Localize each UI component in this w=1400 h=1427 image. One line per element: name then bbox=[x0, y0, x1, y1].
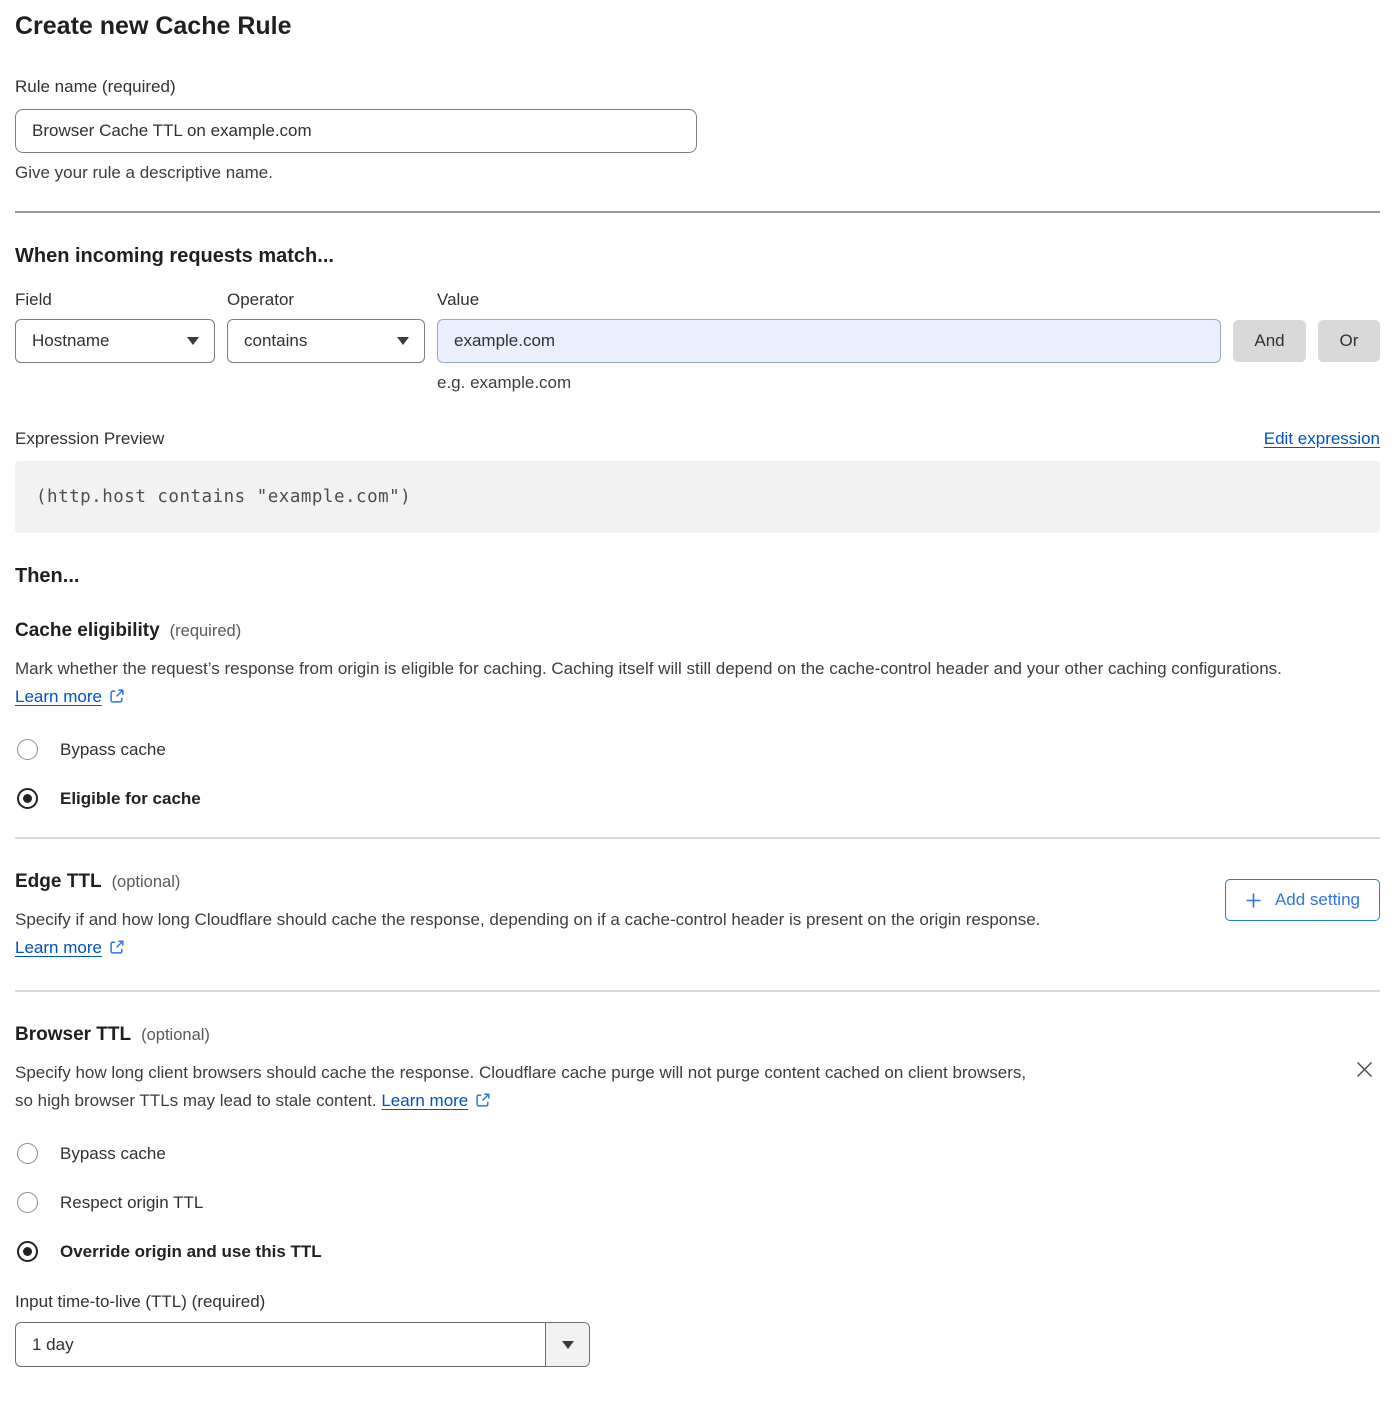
chevron-down-icon bbox=[562, 1341, 574, 1349]
section-divider bbox=[15, 990, 1380, 992]
radio-eligible-for-cache[interactable]: Eligible for cache bbox=[15, 788, 1380, 809]
expression-code-block: (http.host contains "example.com") bbox=[15, 461, 1380, 533]
spacer bbox=[1233, 290, 1306, 319]
or-button[interactable]: Or bbox=[1318, 320, 1380, 362]
expression-preview-row: Expression Preview Edit expression bbox=[15, 429, 1380, 449]
ttl-input-label: Input time-to-live (TTL) (required) bbox=[15, 1292, 1380, 1312]
edge-ttl-section: Edge TTL (optional) Specify if and how l… bbox=[15, 839, 1380, 962]
operator-select[interactable]: contains bbox=[227, 319, 425, 363]
then-heading: Then... bbox=[15, 565, 1380, 588]
add-setting-button[interactable]: Add setting bbox=[1225, 879, 1380, 921]
spacer bbox=[1318, 290, 1380, 319]
edge-ttl-description: Specify if and how long Cloudflare shoul… bbox=[15, 906, 1055, 962]
radio-circle bbox=[17, 1241, 38, 1262]
chevron-down-icon bbox=[397, 337, 409, 345]
cache-eligibility-description: Mark whether the request’s response from… bbox=[15, 655, 1345, 711]
value-helper: e.g. example.com bbox=[437, 373, 1221, 393]
cache-eligibility-qualifier: (required) bbox=[170, 622, 242, 641]
field-select-value: Hostname bbox=[32, 331, 109, 351]
browser-ttl-section: Browser TTL (optional) Specify how long … bbox=[15, 1024, 1380, 1367]
expression-preview-label: Expression Preview bbox=[15, 429, 164, 449]
rule-name-helper: Give your rule a descriptive name. bbox=[15, 163, 1380, 183]
page-title: Create new Cache Rule bbox=[15, 12, 1380, 41]
field-label: Field bbox=[15, 290, 215, 319]
value-input[interactable] bbox=[437, 319, 1221, 363]
expression-code: (http.host contains "example.com") bbox=[36, 487, 411, 507]
cache-eligibility-learn-more-link[interactable]: Learn more bbox=[15, 687, 125, 706]
edge-ttl-content: Edge TTL (optional) Specify if and how l… bbox=[15, 839, 1055, 962]
radio-bypass-cache[interactable]: Bypass cache bbox=[15, 739, 1380, 760]
edge-ttl-qualifier: (optional) bbox=[112, 873, 181, 892]
section-divider bbox=[15, 211, 1380, 213]
field-select[interactable]: Hostname bbox=[15, 319, 215, 363]
browser-ttl-description: Specify how long client browsers should … bbox=[15, 1059, 1035, 1115]
ttl-select[interactable]: 1 day bbox=[15, 1322, 590, 1367]
cache-eligibility-heading: Cache eligibility (required) bbox=[15, 620, 1380, 642]
browser-ttl-heading: Browser TTL (optional) bbox=[15, 1024, 1380, 1046]
radio-circle bbox=[17, 1192, 38, 1213]
edge-ttl-title: Edge TTL bbox=[15, 871, 102, 893]
edit-expression-link[interactable]: Edit expression bbox=[1264, 429, 1380, 449]
external-link-icon bbox=[475, 1092, 491, 1108]
radio-respect-origin-ttl[interactable]: Respect origin TTL bbox=[15, 1192, 1380, 1213]
cache-eligibility-title: Cache eligibility bbox=[15, 620, 160, 642]
edge-ttl-learn-more-link[interactable]: Learn more bbox=[15, 938, 125, 957]
remove-browser-ttl-button[interactable] bbox=[1351, 1056, 1378, 1083]
ttl-select-value: 1 day bbox=[16, 1323, 545, 1366]
ttl-select-caret-box[interactable] bbox=[545, 1323, 589, 1366]
plus-icon bbox=[1245, 892, 1262, 909]
radio-circle bbox=[17, 1143, 38, 1164]
radio-circle bbox=[17, 739, 38, 760]
create-cache-rule-form: Create new Cache Rule Rule name (require… bbox=[0, 0, 1400, 1427]
rule-name-label: Rule name (required) bbox=[15, 77, 1380, 97]
rule-name-input[interactable] bbox=[15, 109, 697, 153]
browser-ttl-options: Bypass cache Respect origin TTL Override… bbox=[15, 1143, 1380, 1262]
cache-eligibility-options: Bypass cache Eligible for cache bbox=[15, 739, 1380, 809]
external-link-icon bbox=[109, 688, 125, 704]
chevron-down-icon bbox=[187, 337, 199, 345]
and-button[interactable]: And bbox=[1233, 320, 1306, 362]
radio-circle bbox=[17, 788, 38, 809]
edge-ttl-heading: Edge TTL (optional) bbox=[15, 871, 1055, 893]
close-icon bbox=[1355, 1060, 1374, 1079]
radio-override-origin-ttl[interactable]: Override origin and use this TTL bbox=[15, 1241, 1380, 1262]
radio-bypass-cache[interactable]: Bypass cache bbox=[15, 1143, 1380, 1164]
operator-label: Operator bbox=[227, 290, 425, 319]
browser-ttl-title: Browser TTL bbox=[15, 1024, 131, 1046]
browser-ttl-learn-more-link[interactable]: Learn more bbox=[381, 1091, 491, 1110]
operator-select-value: contains bbox=[244, 331, 307, 351]
match-section-heading: When incoming requests match... bbox=[15, 245, 1380, 268]
value-label: Value bbox=[437, 290, 1221, 319]
match-condition-row: Field Operator Value Hostname contains A… bbox=[15, 290, 1380, 393]
external-link-icon bbox=[109, 939, 125, 955]
browser-ttl-qualifier: (optional) bbox=[141, 1026, 210, 1045]
